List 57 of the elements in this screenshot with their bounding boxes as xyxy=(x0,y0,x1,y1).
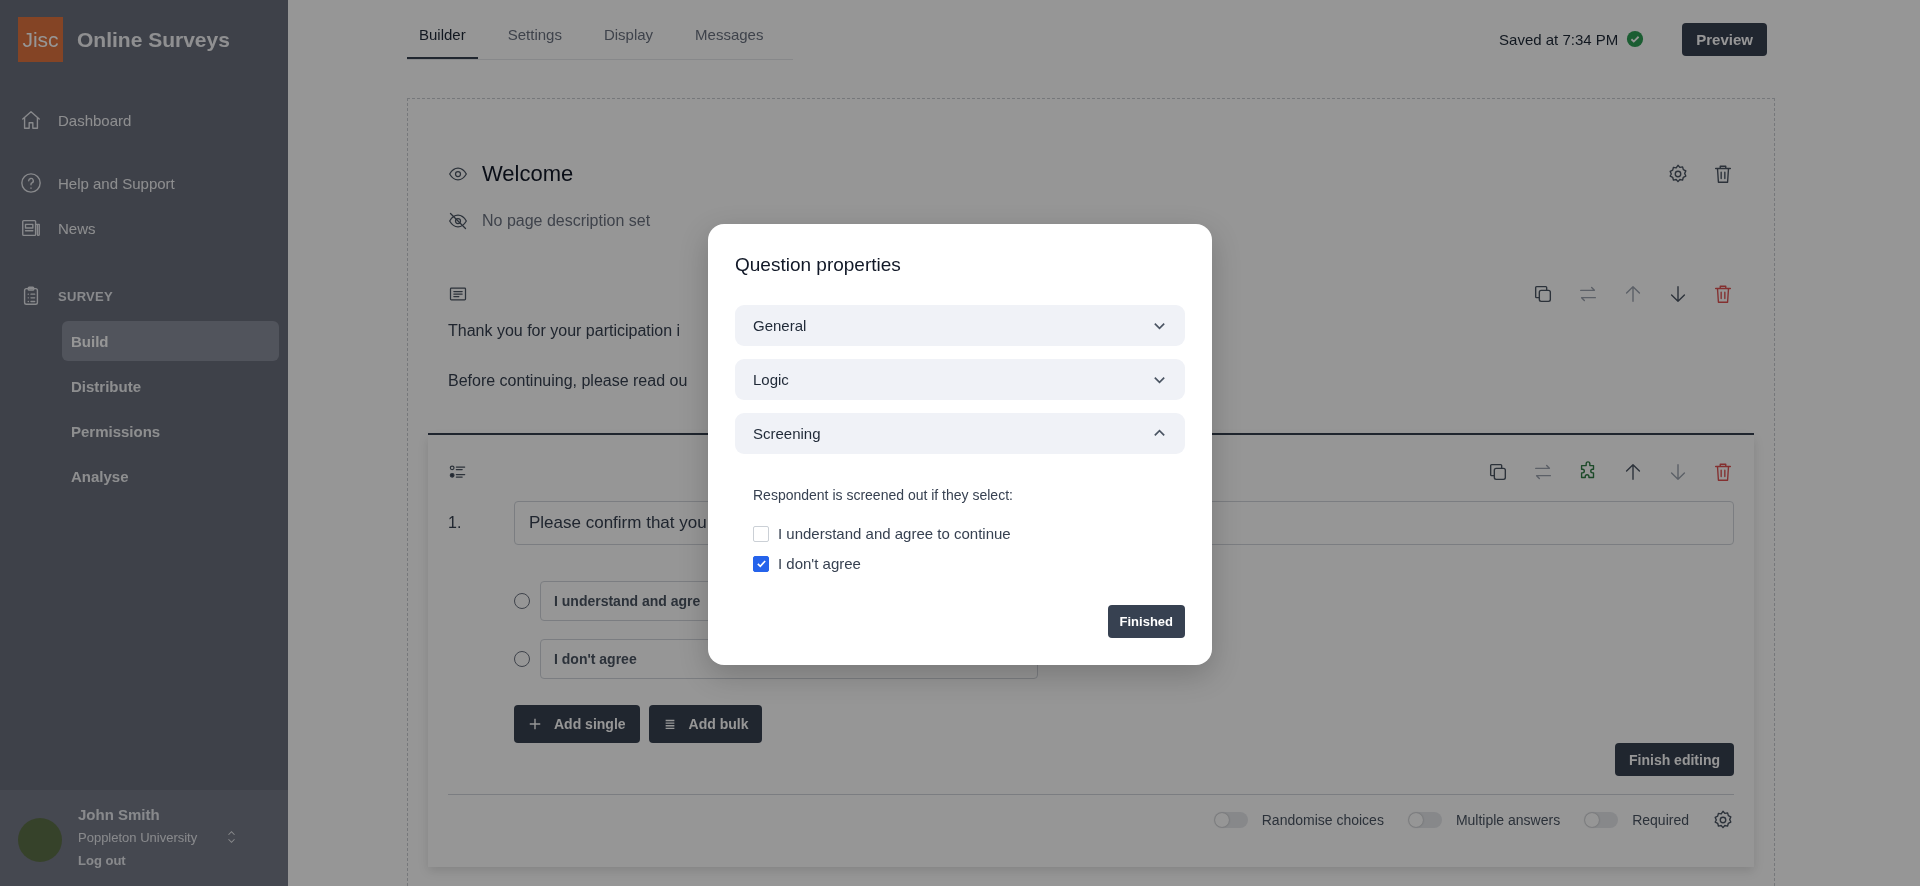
user-name: John Smith xyxy=(78,806,161,823)
accordion-header[interactable]: Logic xyxy=(735,359,1185,400)
organisation-name: Poppleton University xyxy=(78,829,198,845)
eye-slash-icon[interactable] xyxy=(448,211,468,231)
tab[interactable]: Builder xyxy=(407,18,478,59)
tab[interactable]: Settings xyxy=(495,18,574,59)
paragraph: Thank you for your participation i xyxy=(448,321,681,341)
nav-link[interactable]: Help and Support xyxy=(58,174,175,192)
checkbox-label: I understand and agree to continue xyxy=(778,525,1011,542)
page-title[interactable]: Welcome xyxy=(482,161,574,187)
add-bulk-button[interactable]: Add bulk xyxy=(648,705,763,743)
avatar xyxy=(18,818,62,862)
check-circle-icon xyxy=(1626,30,1645,48)
tab[interactable]: Messages xyxy=(683,18,776,59)
app-name: Online Surveys xyxy=(77,27,230,52)
nav-link[interactable]: Dashboard xyxy=(58,111,132,129)
logout-link[interactable]: Log out xyxy=(78,853,237,868)
toggle-label: Multiple answers xyxy=(1455,812,1561,828)
jisc-logo[interactable]: Jisc xyxy=(18,17,63,62)
section-heading: SURVEY xyxy=(58,288,114,304)
settings-icon[interactable] xyxy=(1712,809,1734,831)
trash-icon[interactable] xyxy=(1712,163,1734,185)
preview-button[interactable]: Preview xyxy=(1682,22,1767,56)
sidebar-item[interactable]: Permissions xyxy=(62,411,279,451)
save-status: Saved at 7:34 PM xyxy=(1499,30,1619,48)
finished-button[interactable]: Finished xyxy=(1107,605,1185,638)
finish-editing-button[interactable]: Finish editing xyxy=(1615,743,1734,776)
tab[interactable]: Display xyxy=(591,18,666,59)
paragraph: Before continuing, please read ou xyxy=(448,371,688,391)
copy-icon[interactable] xyxy=(1487,461,1509,483)
add-single-button[interactable]: Add single xyxy=(514,705,640,743)
home-icon xyxy=(20,109,42,131)
settings-icon[interactable] xyxy=(1667,163,1689,185)
help-icon xyxy=(20,172,42,194)
toggle-switch[interactable] xyxy=(1407,812,1442,828)
dialog-title: Question properties xyxy=(735,254,902,276)
accordion-header[interactable]: General xyxy=(735,305,1185,346)
checkbox[interactable] xyxy=(753,555,769,572)
checkbox-label: I don't agree xyxy=(778,555,861,572)
screening-prompt: Respondent is screened out if they select: xyxy=(753,487,1014,503)
toggle-switch[interactable] xyxy=(1213,812,1248,828)
accordion-header[interactable]: Screening xyxy=(735,413,1185,454)
copy-icon[interactable] xyxy=(1532,283,1554,305)
plus-icon xyxy=(528,717,542,731)
sidebar-item[interactable]: Analyse xyxy=(62,456,279,496)
trash-icon[interactable] xyxy=(1712,283,1734,305)
toggle-switch[interactable] xyxy=(1584,812,1619,828)
sidebar-item[interactable]: Build xyxy=(62,321,279,361)
toggle-label: Required xyxy=(1632,812,1689,828)
nav-link[interactable]: News xyxy=(58,219,96,237)
trash-icon[interactable] xyxy=(1712,461,1734,483)
question-number: 1. xyxy=(448,514,463,532)
newspaper-icon xyxy=(20,217,42,239)
chevron-up-down-icon[interactable] xyxy=(227,829,237,845)
page-description[interactable]: No page description set xyxy=(482,212,651,230)
toggle-label: Randomise choices xyxy=(1261,812,1384,828)
sidebar-item[interactable]: Distribute xyxy=(62,366,279,406)
